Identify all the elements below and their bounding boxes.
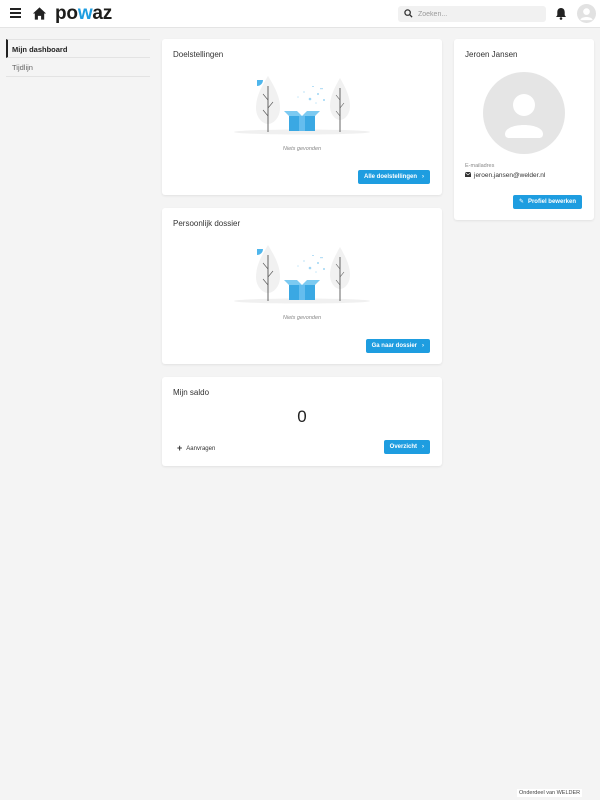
edit-profile-button[interactable]: ✎ Profiel bewerken [512, 195, 582, 209]
empty-state-text: Niets gevonden [282, 146, 322, 152]
search-icon [404, 9, 413, 18]
email-row: jeroen.jansen@welder.nl [465, 172, 545, 179]
card-title: Persoonlijk dossier [173, 219, 241, 228]
overview-button[interactable]: Overzicht › [383, 440, 430, 454]
envelope-icon [465, 172, 471, 177]
email-label: E-mailadres [465, 163, 495, 169]
user-avatar[interactable] [577, 4, 596, 23]
button-label: Alle doelstellingen [363, 174, 417, 180]
plus-icon: + [177, 443, 183, 453]
sidebar: Mijn dashboard Tijdlijn [6, 39, 150, 77]
profile-card: Jeroen Jansen E-mailadres jeroen.jansen@… [454, 39, 594, 220]
goals-card: Doelstellingen Niets gevonden Alle doels… [162, 39, 442, 195]
chevron-right-icon: › [422, 444, 424, 450]
top-bar: powaz [0, 0, 600, 28]
empty-state-text: Niets gevonden [282, 315, 322, 321]
sidebar-item-timeline[interactable]: Tijdlijn [6, 58, 150, 77]
empty-state-illustration [234, 76, 370, 135]
profile-name: Jeroen Jansen [465, 50, 518, 59]
chevron-right-icon: › [422, 174, 424, 180]
go-to-dossier-button[interactable]: Ga naar dossier › [365, 339, 430, 353]
dossier-card: Persoonlijk dossier Niets gevonden Ga na… [162, 208, 442, 364]
footer-text: Onderdeel van WELDER [517, 789, 583, 797]
saldo-value: 0 [297, 407, 307, 426]
pencil-icon: ✎ [518, 199, 524, 205]
bell-icon[interactable] [555, 7, 567, 20]
home-icon[interactable] [32, 6, 47, 21]
chevron-right-icon: › [422, 343, 424, 349]
search-input[interactable] [418, 6, 542, 22]
email-value: jeroen.jansen@welder.nl [474, 172, 546, 179]
menu-icon[interactable] [10, 8, 21, 18]
card-title: Doelstellingen [173, 50, 224, 59]
empty-state-illustration [234, 245, 370, 304]
button-label: Profiel bewerken [527, 199, 576, 205]
request-label: Aanvragen [186, 446, 216, 452]
request-button[interactable]: + Aanvragen [177, 443, 215, 453]
saldo-card: Mijn saldo 0 + Aanvragen Overzicht › [162, 377, 442, 466]
logo[interactable]: powaz [55, 3, 112, 25]
sidebar-item-dashboard[interactable]: Mijn dashboard [6, 39, 150, 58]
all-goals-button[interactable]: Alle doelstellingen › [357, 170, 430, 184]
profile-avatar [483, 72, 565, 154]
button-label: Overzicht [389, 444, 417, 450]
button-label: Ga naar dossier [371, 343, 417, 349]
search-box [398, 6, 546, 22]
card-title: Mijn saldo [173, 388, 210, 397]
